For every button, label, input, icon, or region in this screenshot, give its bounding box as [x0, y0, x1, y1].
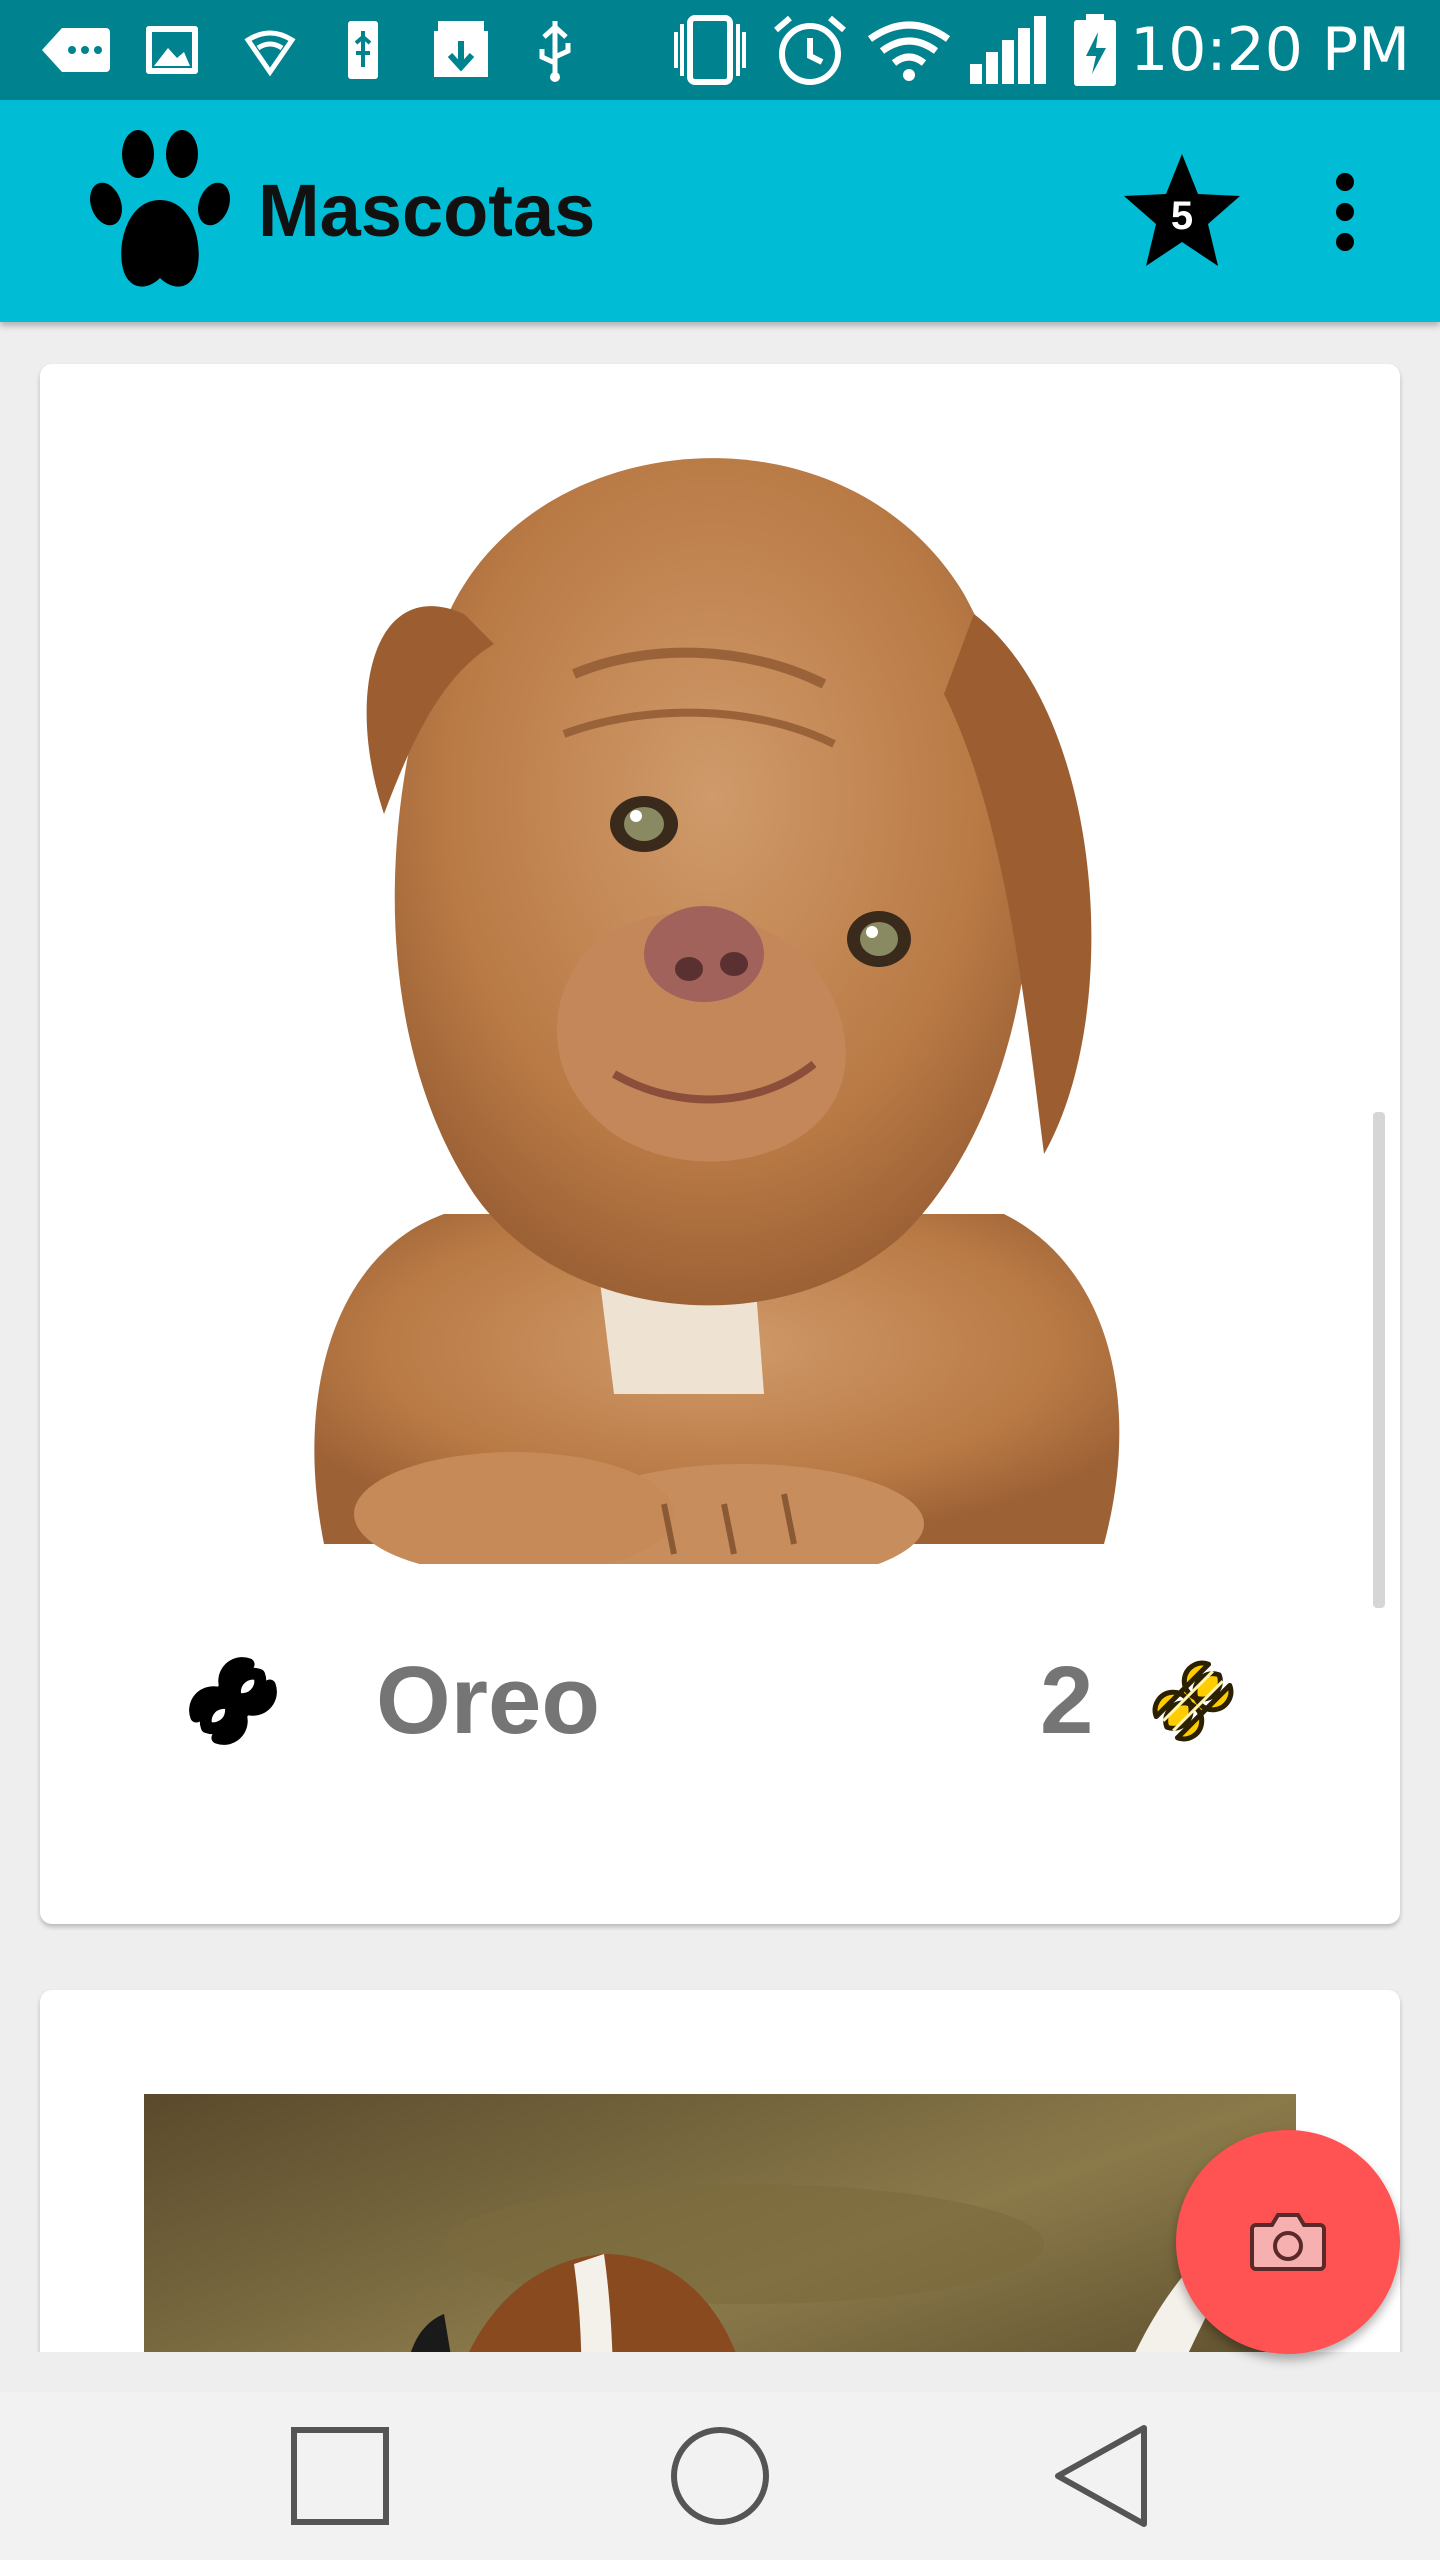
paw-icon: [90, 128, 230, 298]
recents-icon: [291, 2427, 389, 2525]
usb-icon: [338, 14, 388, 86]
pet-list[interactable]: Oreo 2: [0, 322, 1440, 2352]
brown-puppy-photo: [144, 394, 1296, 1584]
app-bar: Mascotas 5: [0, 100, 1440, 322]
pet-card: Oreo 2: [40, 364, 1400, 1924]
image-icon: [142, 14, 202, 86]
recents-button[interactable]: [278, 2414, 402, 2538]
bone-outline-icon[interactable]: [158, 1626, 308, 1776]
wifi-icon: [866, 14, 952, 86]
camera-fab[interactable]: [1176, 2130, 1400, 2354]
home-icon: [671, 2427, 769, 2525]
battery-charging-icon: [1070, 14, 1120, 86]
vibrate-icon: [668, 14, 752, 86]
status-bar: 10:20 PM: [0, 0, 1440, 100]
beagle-photo: [144, 2094, 1296, 2352]
camera-icon: [1250, 2213, 1326, 2271]
scrollbar[interactable]: [1373, 1112, 1385, 1608]
favorites-button[interactable]: 5: [1120, 150, 1244, 274]
navigation-bar: [0, 2392, 1440, 2560]
back-icon: [1055, 2425, 1147, 2527]
more-notifications-icon: [40, 14, 112, 86]
overflow-menu-button[interactable]: [1320, 162, 1370, 262]
app-title: Mascotas: [258, 169, 596, 252]
favorites-count: 5: [1170, 194, 1194, 238]
home-button[interactable]: [658, 2414, 782, 2538]
pet-rating: 2: [1040, 1647, 1094, 1754]
signal-icon: [968, 14, 1050, 86]
usb-icon: [530, 14, 580, 86]
download-icon: [428, 14, 494, 86]
status-time: 10:20 PM: [1130, 15, 1410, 85]
vpn-wifi-icon: [240, 14, 300, 86]
back-button[interactable]: [1040, 2414, 1164, 2538]
overflow-menu-icon: [1336, 173, 1354, 251]
alarm-icon: [770, 14, 850, 86]
pet-name: Oreo: [376, 1647, 601, 1754]
bone-filled-icon: [1118, 1626, 1268, 1776]
